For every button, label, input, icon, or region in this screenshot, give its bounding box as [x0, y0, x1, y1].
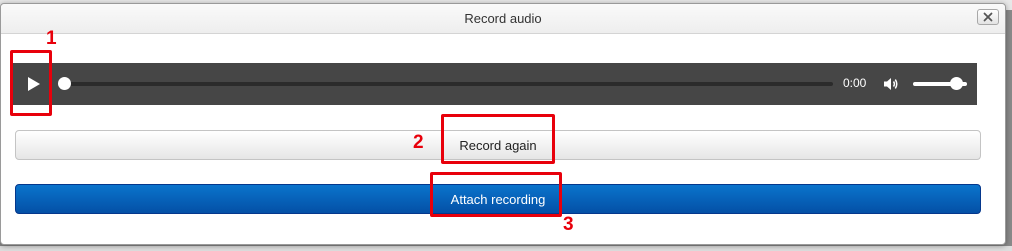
progress-track[interactable] [63, 82, 833, 86]
callout-box-1 [10, 50, 52, 116]
callout-number-2: 2 [413, 132, 424, 153]
close-button[interactable] [977, 9, 999, 25]
close-x-icon [983, 12, 993, 22]
callout-box-3 [430, 172, 562, 217]
audio-player: 0:00 [11, 63, 977, 105]
callout-number-1: 1 [46, 28, 57, 49]
volume-slider-thumb[interactable] [950, 77, 963, 90]
callout-number-3: 3 [563, 214, 574, 235]
background-window-bottom [0, 246, 1012, 251]
progress-thumb[interactable] [58, 77, 71, 90]
callout-box-2 [441, 114, 555, 164]
dialog-title: Record audio [464, 11, 542, 26]
volume-icon[interactable] [883, 76, 899, 92]
dialog-titlebar: Record audio [1, 4, 1005, 34]
time-display: 0:00 [843, 76, 867, 90]
